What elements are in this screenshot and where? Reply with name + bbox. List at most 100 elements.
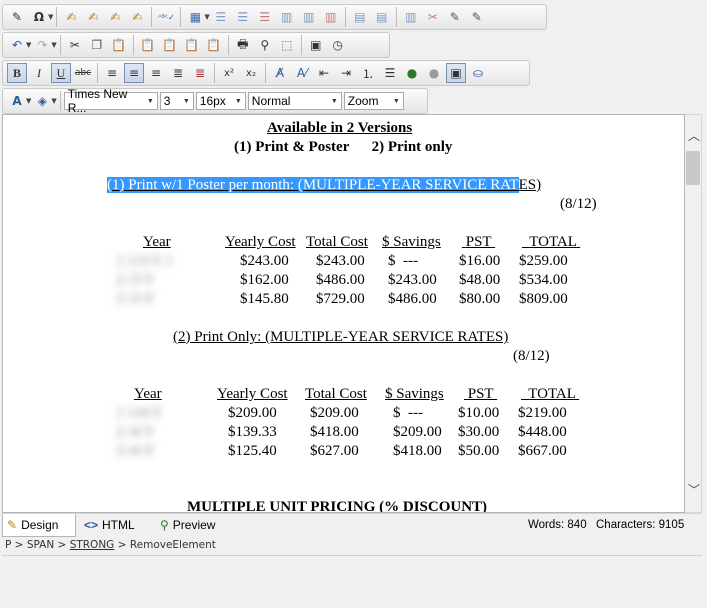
- col-year: Year: [143, 234, 171, 250]
- format-a-icon[interactable]: A⁄: [292, 63, 312, 83]
- align-right-icon[interactable]: ≡: [146, 63, 166, 83]
- split-cells-icon[interactable]: ▤: [372, 7, 392, 27]
- font-name-select[interactable]: Times New R... ▼: [63, 87, 158, 115]
- scrollbar-thumb[interactable]: [686, 151, 700, 185]
- preview-label: Preview: [172, 518, 216, 532]
- paint-icon[interactable]: ✍: [83, 7, 103, 27]
- table-icon[interactable]: ▦: [185, 7, 205, 27]
- table-cell-year: 3 /4-Y: [116, 443, 155, 459]
- italic-button[interactable]: I: [29, 63, 49, 83]
- edit-icon[interactable]: ✎: [7, 7, 27, 27]
- highlight-color-icon[interactable]: ◈: [32, 91, 52, 111]
- path-item-span[interactable]: SPAN: [27, 539, 54, 551]
- toolbar-row-1: ✎ Ω ▼ ✍ ✍ ✍ ✍ ᴬᴮᶜ✓ ▦ ▼ ☰ ☰ ☰ ▥ ▥ ▥ ▤ ▤ ▥ ✂…: [2, 4, 547, 30]
- paint-icon[interactable]: ✍: [127, 7, 147, 27]
- section2-date: (8/12): [513, 348, 550, 364]
- spellcheck-icon[interactable]: ᴬᴮᶜ✓: [156, 7, 176, 27]
- cut-cell-icon[interactable]: ✂: [423, 7, 443, 27]
- insert-row-icon[interactable]: ☰: [233, 7, 253, 27]
- redo-icon[interactable]: ↷: [32, 35, 52, 55]
- paint-icon[interactable]: ✍: [105, 7, 125, 27]
- table-cell: $448.00: [518, 424, 567, 440]
- editor-content[interactable]: Available in 2 Versions (1) Print & Post…: [2, 114, 685, 513]
- table-cell: $162.00: [240, 272, 289, 288]
- paste-plain-icon[interactable]: 📋: [204, 35, 224, 55]
- design-tab[interactable]: ✎ Design: [2, 514, 76, 537]
- align-justify-icon[interactable]: ≣: [168, 63, 188, 83]
- table-cell: $48.00: [459, 272, 501, 288]
- ordered-list-icon[interactable]: ⒈: [358, 63, 378, 83]
- insert-col-icon[interactable]: ▥: [277, 7, 297, 27]
- align-left-icon[interactable]: ≡: [102, 63, 122, 83]
- image-icon[interactable]: ▣: [446, 63, 466, 83]
- doc-versions: (1) Print & Poster 2) Print only: [234, 139, 453, 155]
- format-a-icon[interactable]: A̸: [270, 63, 290, 83]
- table-cell-year: 1 1/4-Y: [116, 405, 163, 421]
- table-cell-year: 2 /4-Y: [116, 424, 155, 440]
- delete-row-icon[interactable]: ☰: [255, 7, 275, 27]
- paste-icon[interactable]: 📋: [109, 35, 129, 55]
- pencil-icon: ✎: [7, 518, 18, 532]
- table-cell: $10.00: [458, 405, 500, 421]
- undo-icon[interactable]: ↶: [7, 35, 27, 55]
- doc-title: Available in 2 Versions: [267, 120, 413, 136]
- link-icon[interactable]: ●: [402, 63, 422, 83]
- bold-button[interactable]: B: [7, 63, 27, 83]
- edit-cell-icon[interactable]: ✎: [467, 7, 487, 27]
- template-icon[interactable]: ▣: [306, 35, 326, 55]
- clock-icon[interactable]: ◷: [328, 35, 348, 55]
- html-tab[interactable]: <> HTML: [80, 514, 139, 536]
- media-icon[interactable]: ⛀: [468, 63, 488, 83]
- col-pst: PST: [467, 386, 494, 402]
- section1-heading: (1) Print w/1 Poster per month: (MULTIPL…: [107, 177, 541, 194]
- copy-icon[interactable]: ❐: [87, 35, 107, 55]
- outdent-icon[interactable]: ⇤: [314, 63, 334, 83]
- table-cell: $486.00: [316, 272, 365, 288]
- cut-icon[interactable]: ✂: [65, 35, 85, 55]
- font-color-icon[interactable]: A: [7, 91, 27, 111]
- find-icon[interactable]: ⚲: [255, 35, 275, 55]
- font-px-select[interactable]: 16px ▼: [195, 92, 246, 110]
- paste-html-icon[interactable]: 📋: [182, 35, 202, 55]
- align-center-icon[interactable]: ≡: [124, 63, 144, 83]
- bullet-list-icon[interactable]: ☰: [380, 63, 400, 83]
- font-size-select[interactable]: 3 ▼: [159, 92, 194, 110]
- insert-row-icon[interactable]: ☰: [211, 7, 231, 27]
- scroll-down-icon[interactable]: ﹀: [688, 481, 700, 498]
- paste-word-icon[interactable]: 📋: [138, 35, 158, 55]
- paste-text-icon[interactable]: 📋: [160, 35, 180, 55]
- print-icon[interactable]: 🖶: [233, 35, 253, 55]
- subscript-button[interactable]: x₂: [241, 63, 261, 83]
- paragraph-style-value: Normal: [251, 94, 291, 108]
- merge-cells-icon[interactable]: ▤: [350, 7, 370, 27]
- omega-icon[interactable]: Ω: [29, 7, 49, 27]
- zoom-select[interactable]: Zoom ▼: [343, 92, 404, 110]
- strikethrough-button[interactable]: abc: [73, 63, 93, 83]
- select-all-icon[interactable]: ⬚: [277, 35, 297, 55]
- unlink-icon[interactable]: ●: [424, 63, 444, 83]
- table-cell: $259.00: [519, 253, 568, 269]
- section2-heading: (2) Print Only: (MULTIPLE-YEAR SERVICE R…: [173, 329, 509, 345]
- paint-icon[interactable]: ✍: [61, 7, 81, 27]
- col-pst: PST: [465, 234, 492, 250]
- underline-button[interactable]: U: [51, 63, 71, 83]
- clear-format-icon[interactable]: ≣: [190, 63, 210, 83]
- cell-props-icon[interactable]: ▥: [401, 7, 421, 27]
- path-breadcrumb: P > SPAN > STRONG > RemoveElement: [5, 539, 216, 551]
- remove-element-link[interactable]: RemoveElement: [130, 539, 216, 551]
- table-cell-year: 2 /3-Y: [116, 272, 155, 288]
- preview-tab[interactable]: ⚲ Preview: [156, 514, 219, 536]
- chevron-down-icon: ▼: [234, 97, 242, 105]
- table-cell: $139.33: [228, 424, 277, 440]
- insert-col-icon[interactable]: ▥: [299, 7, 319, 27]
- superscript-button[interactable]: x²: [219, 63, 239, 83]
- path-item-strong[interactable]: STRONG: [70, 539, 115, 551]
- scroll-up-icon[interactable]: ︿: [688, 127, 700, 144]
- col-yearly-cost: Yearly Cost: [217, 386, 288, 402]
- vertical-scrollbar[interactable]: ︿ ﹀: [685, 114, 702, 513]
- delete-col-icon[interactable]: ▥: [321, 7, 341, 27]
- chevron-down-icon: ▼: [392, 97, 400, 105]
- paragraph-style-select[interactable]: Normal ▼: [247, 92, 342, 110]
- edit-table-icon[interactable]: ✎: [445, 7, 465, 27]
- indent-icon[interactable]: ⇥: [336, 63, 356, 83]
